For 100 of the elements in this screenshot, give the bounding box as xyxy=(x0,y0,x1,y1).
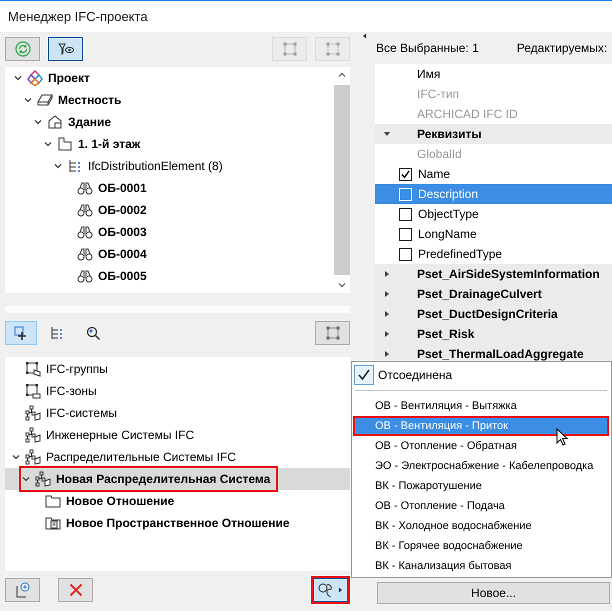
expand-arrow-icon[interactable] xyxy=(383,330,391,338)
menu-item[interactable]: ВК - Пожаротушение xyxy=(355,478,607,494)
tree-item[interactable]: IFC-системы xyxy=(5,402,350,424)
folder-icon xyxy=(45,493,61,509)
tree-item[interactable]: IFC-зоны xyxy=(5,380,350,402)
chevron-icon[interactable] xyxy=(13,73,23,83)
tree-item-label: ОБ-0004 xyxy=(98,247,147,261)
property-group[interactable]: Pset_Risk xyxy=(375,324,612,344)
storey-icon xyxy=(57,136,73,152)
chevron-icon[interactable] xyxy=(43,139,53,149)
property-row[interactable]: LongName xyxy=(375,224,612,244)
window-title: Менеджер IFC-проекта xyxy=(8,9,148,24)
group-label: Pset_Risk xyxy=(417,327,474,341)
property-label: Name xyxy=(418,167,450,181)
toolbar-button[interactable] xyxy=(48,37,83,61)
tree-item[interactable]: Инженерные Системы IFC xyxy=(5,424,350,446)
collapse-icon[interactable] xyxy=(362,32,367,40)
menu-item[interactable]: ВК - Горячее водоснабжение xyxy=(355,538,607,554)
property-row[interactable]: ObjectType xyxy=(375,204,612,224)
tree-item[interactable]: ОБ-0001 xyxy=(5,177,334,199)
group-label: Pset_ThermalLoadAggregate xyxy=(417,347,584,361)
tree-item[interactable]: ОБ-0002 xyxy=(5,199,334,221)
tree-item[interactable]: IfcDistributionElement (8) xyxy=(5,155,334,177)
property-group[interactable]: Pset_AirSideSystemInformation xyxy=(375,264,612,284)
system-icon xyxy=(25,405,41,421)
checkbox[interactable] xyxy=(399,208,412,220)
property-label: IFC-тип xyxy=(417,87,460,101)
tree-item[interactable]: Распределительные Системы IFC xyxy=(5,446,350,468)
view-tab[interactable] xyxy=(5,321,37,345)
filter-button[interactable] xyxy=(315,321,350,345)
chevron-icon[interactable] xyxy=(21,474,31,484)
property-label: LongName xyxy=(418,227,477,241)
tree-item-label: Новое Пространственное Отношение xyxy=(66,516,290,530)
chevron-icon[interactable] xyxy=(23,95,33,105)
tree-item-label: IFC-системы xyxy=(46,406,117,420)
refresh-icon xyxy=(14,41,30,57)
menu-item[interactable]: ВК - Холодное водоснабжение xyxy=(355,518,607,534)
property-label: ObjectType xyxy=(418,207,479,221)
tree-item[interactable]: ОБ-0004 xyxy=(5,243,334,265)
tree-item-label: Новое Отношение xyxy=(66,494,174,508)
search-icon xyxy=(85,325,101,341)
menu-item[interactable]: ОВ - Отопление - Обратная xyxy=(355,438,607,454)
collapse-arrow-icon[interactable] xyxy=(383,130,391,138)
tree-item-label: Местность xyxy=(58,93,122,107)
expand-arrow-icon[interactable] xyxy=(383,290,391,298)
tree-item-label: 1. 1-й этаж xyxy=(78,137,140,151)
tree-item[interactable]: Новое Пространственное Отношение xyxy=(5,512,350,534)
property-group[interactable]: Pset_DrainageCulvert xyxy=(375,284,612,304)
system-assign-icon xyxy=(318,582,334,598)
system-icon xyxy=(25,427,41,443)
tree-item[interactable]: 1. 1-й этаж xyxy=(5,133,334,155)
slab-icon xyxy=(37,92,53,108)
scrollbar-thumb[interactable] xyxy=(334,85,350,275)
new-button[interactable]: Новое... xyxy=(377,582,610,604)
class-tree-icon xyxy=(67,158,83,174)
property-row[interactable]: Name xyxy=(375,164,612,184)
property-row[interactable]: PredefinedType xyxy=(375,244,612,264)
tree-item-label: Новая Распределительная Система xyxy=(56,472,270,486)
tree-item[interactable]: ОБ-0003 xyxy=(5,221,334,243)
action-button[interactable] xyxy=(5,578,40,602)
system-icon xyxy=(35,471,51,487)
expand-arrow-icon[interactable] xyxy=(383,270,391,278)
property-group[interactable]: Реквизиты xyxy=(375,124,612,144)
tree-item[interactable]: Новая Распределительная Система xyxy=(5,468,350,490)
tree-item[interactable]: Здание xyxy=(5,111,334,133)
tree-item[interactable]: Проект xyxy=(5,67,334,89)
property-label: Имя xyxy=(417,67,440,81)
selected-count: Все Выбранные: 1 xyxy=(376,41,479,55)
tree-item[interactable]: Местность xyxy=(5,89,334,111)
tree-item-label: Здание xyxy=(68,115,112,129)
binoculars-icon xyxy=(77,268,93,284)
chevron-icon[interactable] xyxy=(33,117,43,127)
expand-arrow-icon[interactable] xyxy=(383,350,391,358)
project-logo-icon xyxy=(27,70,43,86)
checkbox[interactable] xyxy=(399,248,412,260)
menu-item-label: Отсоединена xyxy=(378,368,452,382)
binoculars-icon xyxy=(77,224,93,240)
chevron-icon[interactable] xyxy=(53,161,63,171)
tree-item[interactable]: Новое Отношение xyxy=(5,490,350,512)
filter-eye-icon xyxy=(58,41,74,57)
scroll-down-icon[interactable] xyxy=(337,280,347,290)
menu-item[interactable]: ОВ - Вентиляция - Вытяжка xyxy=(355,398,607,414)
menu-item[interactable]: ВК - Канализация бытовая xyxy=(355,558,607,574)
tree-item-label: IFC-зоны xyxy=(46,384,97,398)
chevron-icon[interactable] xyxy=(11,452,21,462)
expand-arrow-icon[interactable] xyxy=(383,310,391,318)
editable-label: Редактируемых: xyxy=(516,41,608,55)
add-node-icon xyxy=(13,325,29,341)
property-label: Description xyxy=(418,187,478,201)
menu-item[interactable]: ОВ - Отопление - Подача xyxy=(355,498,607,514)
property-group[interactable]: Pset_DuctDesignCriteria xyxy=(375,304,612,324)
binoculars-icon xyxy=(77,246,93,262)
checkbox[interactable] xyxy=(399,228,412,240)
caret-icon xyxy=(338,586,343,594)
tree-item[interactable]: IFC-группы xyxy=(5,358,350,380)
menu-item[interactable]: ЭО - Электроснабжение - Кабелепроводка xyxy=(355,458,607,474)
checkbox[interactable] xyxy=(399,168,412,180)
tree-item[interactable]: ОБ-0005 xyxy=(5,265,334,287)
tree-item-label: Проект xyxy=(48,71,90,85)
menu-item[interactable]: Отсоединена xyxy=(353,364,609,386)
